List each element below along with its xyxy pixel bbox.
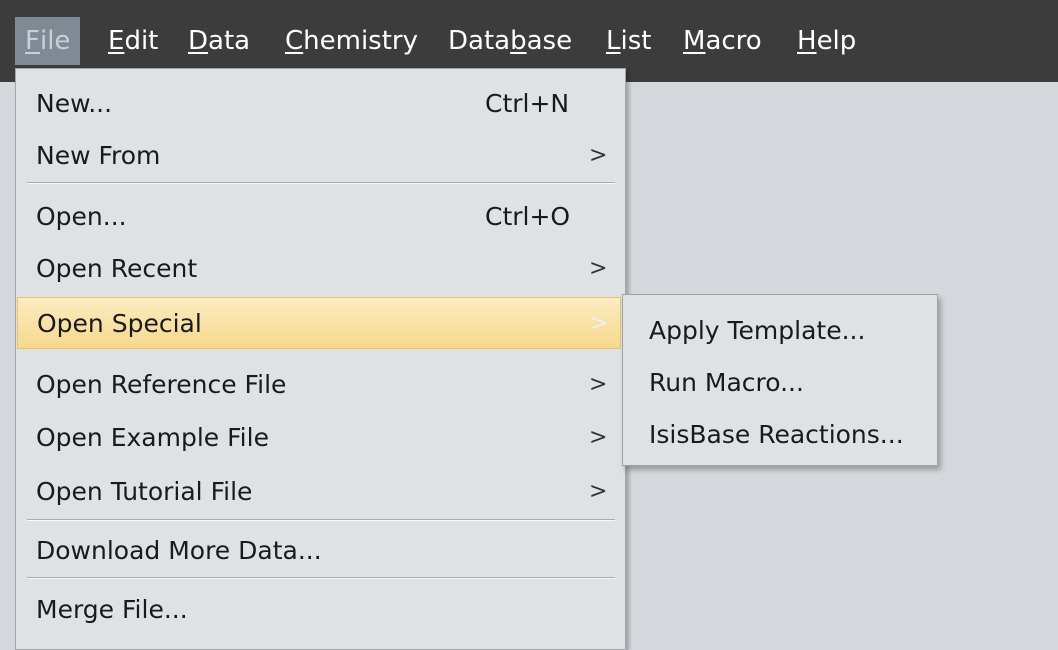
chevron-right-icon: >	[589, 425, 608, 450]
chevron-right-icon: >	[589, 143, 608, 168]
menu-item-new[interactable]: New... Ctrl+N	[17, 78, 623, 130]
menu-item-open-example-file[interactable]: Open Example File >	[17, 412, 623, 464]
menu-item-open-reference-file[interactable]: Open Reference File >	[17, 359, 623, 411]
chevron-right-icon: >	[589, 256, 608, 281]
menu-item-new-from[interactable]: New From >	[17, 130, 623, 182]
chevron-right-icon: >	[589, 479, 608, 504]
menu-separator	[27, 182, 615, 184]
file-menu-dropdown: New... Ctrl+N New From > Open... Ctrl+O …	[15, 68, 626, 650]
menu-item-open-recent[interactable]: Open Recent >	[17, 243, 623, 295]
menu-item-open[interactable]: Open... Ctrl+O	[17, 191, 623, 243]
menu-list[interactable]: List	[596, 17, 661, 65]
menu-file[interactable]: File	[15, 17, 81, 65]
menu-item-open-tutorial-file[interactable]: Open Tutorial File >	[17, 466, 623, 518]
menu-macro[interactable]: Macro	[673, 17, 772, 65]
chevron-right-icon: >	[590, 311, 609, 336]
menu-separator	[27, 577, 615, 579]
submenu-item-apply-template[interactable]: Apply Template...	[649, 305, 865, 357]
submenu-item-run-macro[interactable]: Run Macro...	[649, 357, 804, 409]
menu-item-open-special[interactable]: Open Special >	[17, 297, 621, 349]
menu-chemistry[interactable]: Chemistry	[275, 17, 428, 65]
menu-database[interactable]: Database	[438, 17, 582, 65]
submenu-item-isisbase-reactions[interactable]: IsisBase Reactions...	[649, 409, 904, 461]
open-special-submenu: Apply Template... Run Macro... IsisBase …	[622, 294, 938, 466]
menu-help[interactable]: Help	[787, 17, 866, 65]
menu-item-merge-file[interactable]: Merge File...	[17, 584, 623, 636]
menu-data[interactable]: Data	[178, 17, 260, 65]
chevron-right-icon: >	[589, 372, 608, 397]
menu-edit[interactable]: Edit	[98, 17, 168, 65]
menu-item-download-more-data[interactable]: Download More Data...	[17, 525, 623, 577]
menu-separator	[27, 519, 615, 521]
